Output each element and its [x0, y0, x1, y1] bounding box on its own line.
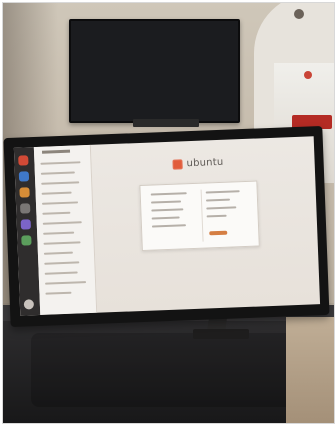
dock-icon-orange: [19, 187, 30, 198]
settings-row: [40, 161, 81, 165]
dialog-left-column: [147, 190, 199, 244]
settings-row: [41, 181, 80, 185]
ceiling-light: [294, 9, 304, 19]
settings-sidebar: [33, 144, 98, 315]
dialog-line: [205, 198, 231, 202]
settings-row: [42, 221, 82, 225]
settings-row: [45, 291, 72, 295]
desk-monitor: ubuntu: [3, 125, 330, 328]
settings-row: [45, 281, 87, 285]
settings-row: [44, 271, 78, 275]
dialog-line: [151, 208, 184, 212]
settings-row: [41, 201, 79, 205]
settings-dialog: [139, 180, 260, 251]
settings-row: [42, 211, 71, 215]
dialog-line: [206, 214, 227, 218]
dock-icon-gray: [19, 203, 31, 214]
tv-bracket: [133, 119, 199, 127]
dock-icon-red: [18, 155, 29, 166]
dialog-right-column: [200, 187, 254, 242]
settings-row: [41, 191, 72, 195]
dialog-button-blur: [209, 230, 228, 236]
dialog-line: [151, 216, 180, 220]
dock-icon-light: [23, 299, 35, 310]
main-content: ubuntu: [90, 136, 320, 312]
dialog-line: [150, 192, 187, 196]
dock-icon-green: [21, 235, 32, 246]
dock-icon-purple: [20, 219, 31, 230]
desk-shadow: [31, 333, 301, 407]
dock-icon-blue: [18, 171, 30, 182]
dialog-line: [205, 190, 240, 194]
dialog-line: [151, 200, 182, 204]
monitor-stand-base: [193, 329, 249, 339]
dialog-line: [206, 206, 237, 210]
wall-mounted-tv: [69, 19, 240, 123]
red-object: [304, 71, 312, 79]
photo-frame: ubuntu: [2, 2, 335, 424]
settings-row: [43, 231, 75, 235]
ubuntu-wordmark: ubuntu: [186, 156, 224, 170]
dialog-line: [151, 224, 186, 228]
settings-row: [44, 261, 80, 265]
ubuntu-logo-icon: [172, 159, 183, 170]
settings-row: [43, 251, 73, 255]
settings-row: [40, 171, 75, 175]
settings-row: [43, 241, 81, 245]
settings-heading-blur: [41, 149, 71, 154]
floor-right: [286, 317, 334, 423]
monitor-screen: ubuntu: [13, 136, 321, 316]
